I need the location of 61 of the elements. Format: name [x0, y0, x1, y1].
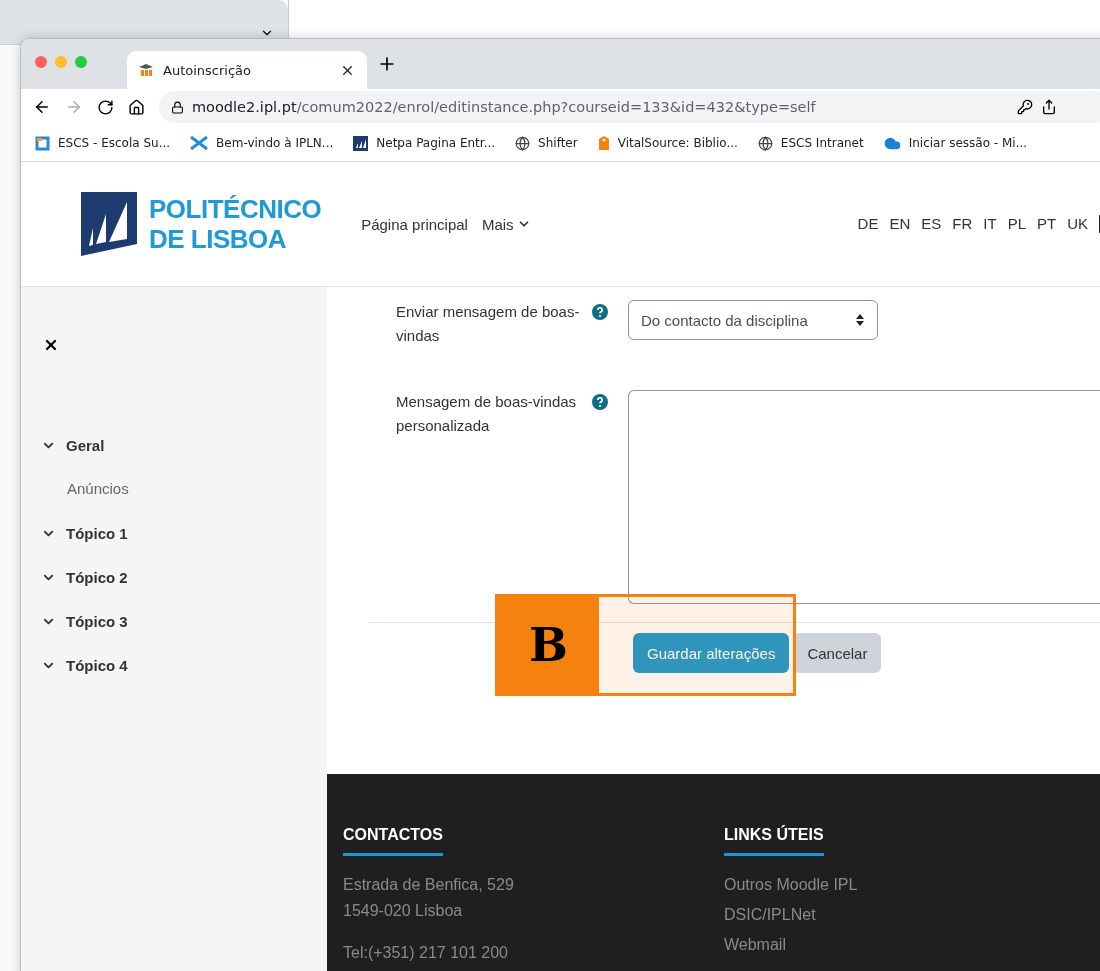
sidebar-item[interactable]: Tópico 1 — [41, 511, 327, 555]
square-logo-icon — [35, 135, 50, 151]
sidebar-item[interactable]: Tópico 3 — [41, 599, 327, 643]
globe-icon — [757, 135, 773, 151]
language-link[interactable]: UK — [1067, 215, 1088, 233]
sidebar-item-label: Tópico 1 — [66, 524, 128, 542]
field-label: Mensagem de boas-vindas personalizada — [396, 392, 578, 436]
reload-icon[interactable] — [97, 98, 114, 116]
bookmark[interactable]: Netpa Pagina Entr... — [353, 135, 496, 151]
language-link[interactable]: ES — [921, 215, 942, 233]
sidebar-item-label: Tópico 3 — [66, 612, 128, 630]
sail-logo-icon — [353, 135, 369, 151]
language-link[interactable]: IT — [983, 215, 997, 233]
sail-logo-icon — [81, 192, 137, 256]
lock-icon — [171, 100, 184, 114]
callout-label: B — [498, 597, 599, 693]
tab-title: Autoinscrição — [163, 62, 252, 78]
footer-heading: CONTACTOS — [343, 826, 443, 856]
url-text: moodle2.ipl.pt/comum2022/enrol/editinstance.php?courseid=133&id=432&type=self — [192, 99, 816, 115]
share-icon[interactable] — [1041, 99, 1057, 115]
language-link[interactable]: EN — [889, 215, 911, 233]
globe-icon — [515, 135, 531, 151]
language-link[interactable]: PL — [1007, 215, 1026, 233]
nav-link[interactable]: Página principal — [361, 215, 468, 233]
sidebar-item-label: Tópico 4 — [66, 656, 128, 674]
home-icon[interactable] — [128, 98, 145, 116]
hat-favicon-icon — [139, 64, 155, 76]
cancel-button[interactable]: Cancelar — [793, 633, 882, 673]
footer-text: 1549-020 Lisboa — [343, 901, 464, 921]
logo-text: POLITÉCNICO DE LISBOA — [149, 194, 322, 254]
footer-heading: LINKS ÚTEIS — [724, 826, 824, 856]
tag-icon — [597, 135, 610, 151]
menu-link[interactable]: Mais — [481, 215, 531, 233]
browser-tab[interactable]: Autoinscrição — [127, 51, 367, 89]
close-icon[interactable] — [43, 337, 59, 353]
sort-arrows-icon — [855, 313, 865, 327]
help-icon[interactable] — [592, 394, 608, 410]
key-icon[interactable] — [1017, 99, 1033, 115]
select-field[interactable]: Do contacto da disciplina — [628, 300, 878, 340]
help-icon[interactable] — [592, 304, 608, 320]
language-link[interactable]: PT — [1037, 215, 1057, 233]
bookmark[interactable]: ESCS - Escola Su... — [35, 135, 171, 151]
bookmark[interactable]: VitalSource: Biblio... — [597, 135, 738, 151]
back-icon[interactable] — [33, 98, 51, 116]
bookmark[interactable]: Shifter — [515, 135, 578, 151]
sidebar-item[interactable]: Tópico 4 — [41, 643, 327, 687]
bookmark[interactable]: ESCS Intranet — [757, 135, 864, 151]
cross-logo-icon — [190, 136, 209, 150]
bookmark[interactable]: Bem-vindo à IPLN... — [190, 136, 334, 150]
bookmark[interactable]: Iniciar sessão - Mi... — [883, 134, 1028, 152]
language-link[interactable]: DE — [857, 215, 879, 233]
sidebar-item-label: Tópico 2 — [66, 568, 128, 586]
sidebar-subitem[interactable]: Anúncios — [41, 467, 327, 511]
sidebar-item[interactable]: Tópico 2 — [41, 555, 327, 599]
footer-text: Tel:(+351) 217 101 200 — [343, 943, 509, 963]
sidebar-item-label: Geral — [66, 436, 105, 454]
address-bar[interactable]: moodle2.ipl.pt/comum2022/enrol/editinstance.php?courseid=133&id=432&type=self — [159, 91, 1100, 123]
sidebar-item[interactable]: Geral — [41, 423, 327, 467]
footer-text: Estrada de Benfica, 529 — [343, 875, 515, 895]
field-label: Enviar mensagem de boas-vindas — [396, 302, 581, 346]
language-link[interactable]: FR — [952, 215, 973, 233]
